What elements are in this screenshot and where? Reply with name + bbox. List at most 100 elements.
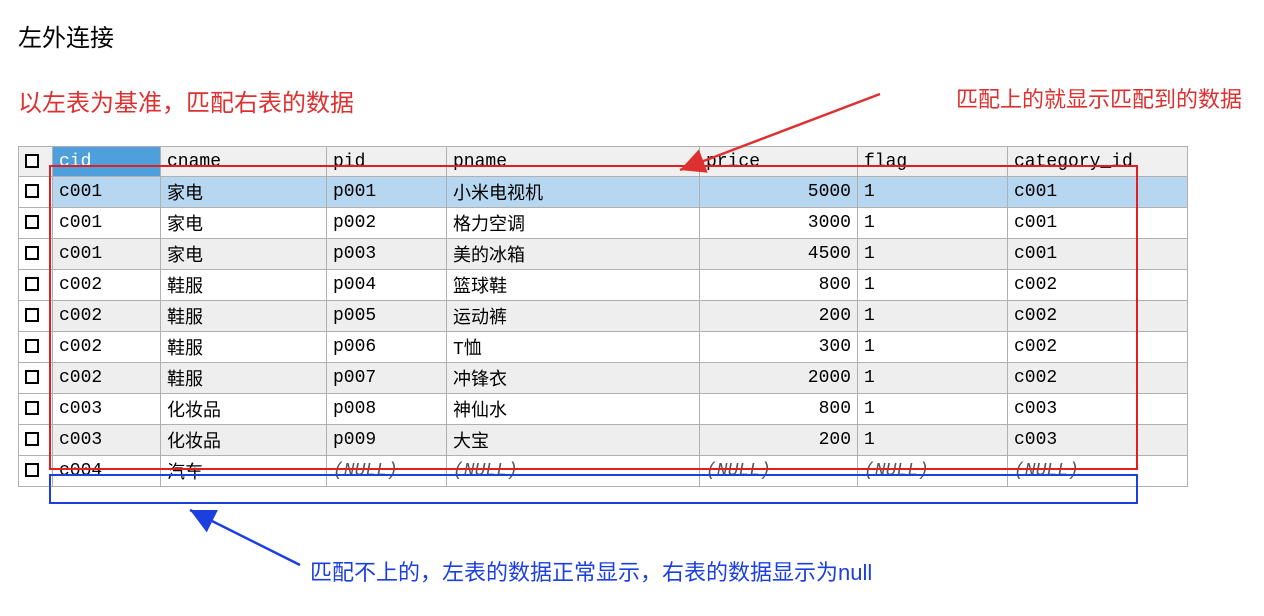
cell: c004 [53,456,161,487]
cell: 1 [858,301,1008,332]
cell: 1 [858,425,1008,456]
cell: c001 [53,208,161,239]
checkbox-icon [25,154,39,168]
table-row[interactable]: c004汽车(NULL)(NULL)(NULL)(NULL)(NULL) [19,456,1188,487]
row-checkbox-cell[interactable] [19,332,53,363]
cell: T恤 [447,332,700,363]
checkbox-icon [25,246,39,260]
cell: p003 [327,239,447,270]
cell: 化妆品 [161,394,327,425]
table-row[interactable]: c002鞋服p006T恤3001c002 [19,332,1188,363]
checkbox-icon [25,339,39,353]
row-checkbox-cell[interactable] [19,239,53,270]
cell: c001 [53,177,161,208]
cell: 鞋服 [161,270,327,301]
cell: 1 [858,208,1008,239]
cell: p004 [327,270,447,301]
table-row[interactable]: c003化妆品p009大宝2001c003 [19,425,1188,456]
column-header-pname[interactable]: pname [447,147,700,177]
cell: c001 [1008,208,1188,239]
cell: 1 [858,332,1008,363]
cell: 1 [858,363,1008,394]
cell: 1 [858,394,1008,425]
row-checkbox-cell[interactable] [19,177,53,208]
cell: c001 [1008,177,1188,208]
cell: (NULL) [1008,456,1188,487]
cell: 家电 [161,177,327,208]
checkbox-icon [25,277,39,291]
annotation-red: 匹配上的就显示匹配到的数据 [956,82,1242,114]
cell: c003 [53,425,161,456]
cell: 家电 [161,239,327,270]
cell: (NULL) [327,456,447,487]
cell: p005 [327,301,447,332]
row-checkbox-cell[interactable] [19,270,53,301]
column-header-cid[interactable]: cid [53,147,161,177]
cell: 2000 [700,363,858,394]
cell: c003 [1008,425,1188,456]
row-checkbox-cell[interactable] [19,208,53,239]
cell: c002 [53,270,161,301]
cell: (NULL) [447,456,700,487]
cell: (NULL) [700,456,858,487]
header-checkbox-cell[interactable] [19,147,53,177]
cell: (NULL) [858,456,1008,487]
cell: 家电 [161,208,327,239]
row-checkbox-cell[interactable] [19,301,53,332]
table-row[interactable]: c001家电p001小米电视机50001c001 [19,177,1188,208]
column-header-pid[interactable]: pid [327,147,447,177]
cell: 神仙水 [447,394,700,425]
cell: c002 [53,332,161,363]
table-row[interactable]: c002鞋服p007冲锋衣20001c002 [19,363,1188,394]
table-row[interactable]: c003化妆品p008神仙水8001c003 [19,394,1188,425]
cell: 800 [700,394,858,425]
row-checkbox-cell[interactable] [19,363,53,394]
cell: 鞋服 [161,363,327,394]
cell: p007 [327,363,447,394]
column-header-flag[interactable]: flag [858,147,1008,177]
cell: p001 [327,177,447,208]
cell: p006 [327,332,447,363]
checkbox-icon [25,370,39,384]
cell: p002 [327,208,447,239]
cell: 800 [700,270,858,301]
cell: 大宝 [447,425,700,456]
table-row[interactable]: c001家电p002格力空调30001c001 [19,208,1188,239]
row-checkbox-cell[interactable] [19,425,53,456]
cell: c001 [53,239,161,270]
checkbox-icon [25,215,39,229]
cell: 鞋服 [161,301,327,332]
cell: c003 [53,394,161,425]
table-row[interactable]: c001家电p003美的冰箱45001c001 [19,239,1188,270]
cell: 篮球鞋 [447,270,700,301]
cell: 4500 [700,239,858,270]
cell: c002 [53,363,161,394]
cell: p008 [327,394,447,425]
cell: 5000 [700,177,858,208]
column-header-cname[interactable]: cname [161,147,327,177]
cell: c003 [1008,394,1188,425]
cell: 小米电视机 [447,177,700,208]
cell: 格力空调 [447,208,700,239]
column-header-price[interactable]: price [700,147,858,177]
cell: 200 [700,301,858,332]
cell: c002 [53,301,161,332]
row-checkbox-cell[interactable] [19,394,53,425]
table-header-row: cid cname pid pname price flag category_… [19,147,1188,177]
cell: 汽车 [161,456,327,487]
cell: 鞋服 [161,332,327,363]
cell: 200 [700,425,858,456]
cell: 1 [858,239,1008,270]
row-checkbox-cell[interactable] [19,456,53,487]
table-row[interactable]: c002鞋服p005运动裤2001c002 [19,301,1188,332]
cell: 冲锋衣 [447,363,700,394]
cell: p009 [327,425,447,456]
checkbox-icon [25,401,39,415]
checkbox-icon [25,463,39,477]
cell: c002 [1008,332,1188,363]
cell: c002 [1008,270,1188,301]
table-row[interactable]: c002鞋服p004篮球鞋8001c002 [19,270,1188,301]
cell: 化妆品 [161,425,327,456]
checkbox-icon [25,184,39,198]
column-header-category-id[interactable]: category_id [1008,147,1188,177]
